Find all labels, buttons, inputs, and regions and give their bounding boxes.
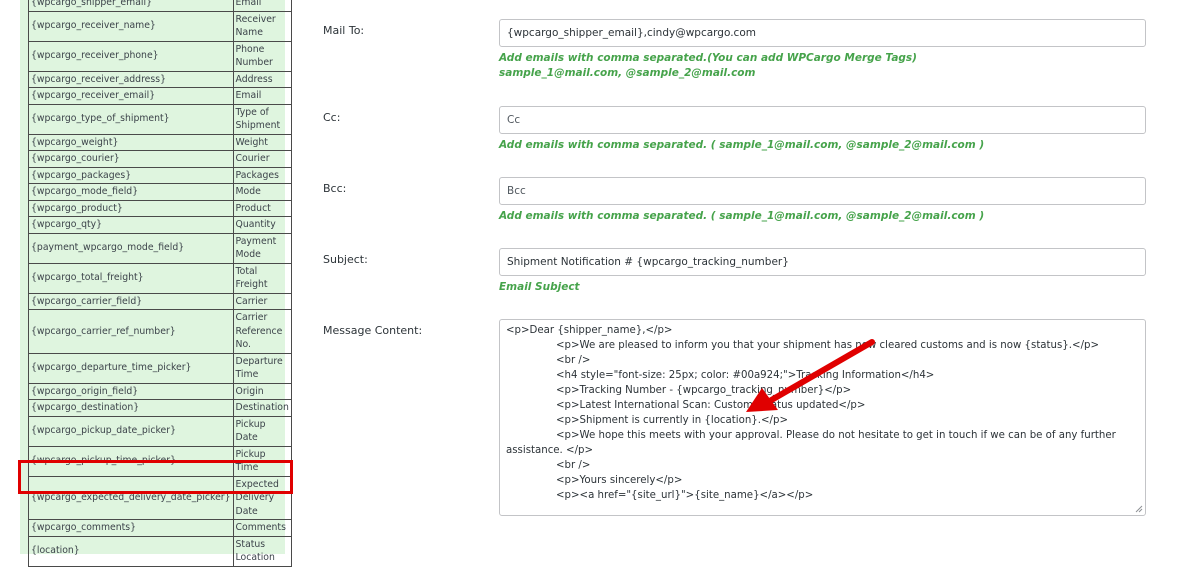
merge-tag-code: {wpcargo_weight} — [28, 133, 234, 151]
merge-tag-label: Carrier Reference No. — [232, 309, 292, 354]
merge-tag-row: {wpcargo_receiver_address} Address — [28, 70, 292, 88]
merge-tag-row: {wpcargo_mode_field} Mode — [28, 183, 292, 201]
bcc-input[interactable]: Bcc — [499, 177, 1146, 205]
mail-to-label: Mail To: — [323, 24, 365, 37]
message-line: <p>Yours sincerely</p> — [556, 475, 683, 486]
mail-to-hint: Add emails with comma separated.(You can… — [499, 51, 917, 81]
merge-tag-label: Departure Time — [232, 352, 292, 384]
merge-tag-label: Courier — [232, 150, 292, 168]
subject-label: Subject: — [323, 253, 368, 266]
merge-tag-label: Comments — [232, 519, 292, 537]
merge-tag-code: {wpcargo_departure_time_picker} — [28, 352, 234, 384]
mail-to-hint-line2: sample_1@mail.com, @sample_2@mail.com — [499, 67, 756, 79]
merge-tag-label: Product — [232, 199, 292, 217]
merge-tag-code: {wpcargo_courier} — [28, 150, 234, 168]
merge-tag-code: {wpcargo_origin_field} — [28, 382, 234, 400]
merge-tag-code: {wpcargo_receiver_name} — [28, 10, 234, 42]
subject-hint: Email Subject — [499, 281, 580, 293]
merge-tag-label: Payment Mode — [232, 232, 292, 264]
merge-tag-label: Phone Number — [232, 40, 292, 72]
merge-tag-row: {wpcargo_departure_time_picker} Departure… — [28, 352, 292, 384]
cc-label: Cc: — [323, 111, 341, 124]
merge-tag-code: {wpcargo_carrier_field} — [28, 292, 234, 310]
merge-tag-code: {wpcargo_qty} — [28, 216, 234, 234]
message-line: <br /> — [556, 460, 591, 471]
merge-tag-row: {wpcargo_courier} Courier — [28, 150, 292, 168]
merge-tag-code: {wpcargo_total_freight} — [28, 262, 234, 294]
merge-tag-label: Destination — [232, 399, 292, 417]
cc-input[interactable]: Cc — [499, 106, 1146, 134]
merge-tag-row: {wpcargo_receiver_phone} Phone Number — [28, 40, 292, 72]
bcc-hint: Add emails with comma separated. ( sampl… — [499, 210, 985, 222]
mail-to-hint-line1: Add emails with comma separated.(You can… — [499, 52, 917, 64]
merge-tag-row: {wpcargo_pickup_date_picker} Pickup Date — [28, 415, 292, 447]
merge-tag-row: {wpcargo_receiver_name} Receiver Name — [28, 10, 292, 42]
bcc-label: Bcc: — [323, 182, 347, 195]
merge-tag-label: Email — [232, 87, 292, 105]
merge-tag-code: {wpcargo_packages} — [28, 166, 234, 184]
subject-input[interactable]: Shipment Notification # {wpcargo_trackin… — [499, 248, 1146, 276]
merge-tag-row: {wpcargo_qty} Quantity — [28, 216, 292, 234]
merge-tag-code: {wpcargo_comments} — [28, 519, 234, 537]
merge-tag-code: {wpcargo_destination} — [28, 399, 234, 417]
resize-grip-icon[interactable] — [1135, 505, 1143, 513]
merge-tag-row: {payment_wpcargo_mode_field} Payment Mode — [28, 232, 292, 264]
merge-tag-label: Type of Shipment — [232, 103, 292, 135]
merge-tag-row: {wpcargo_origin_field} Origin — [28, 382, 292, 400]
message-content-label: Message Content: — [323, 324, 423, 337]
merge-tag-label: Email — [232, 0, 292, 12]
merge-tag-code: {location} — [28, 535, 234, 567]
merge-tag-label: Carrier — [232, 292, 292, 310]
merge-tag-label: Quantity — [232, 216, 292, 234]
merge-tag-row: {location} Status Location — [28, 535, 292, 567]
merge-tag-label: Pickup Date — [232, 415, 292, 447]
merge-tag-row: {wpcargo_shipper_email} Email — [28, 0, 292, 12]
merge-tag-row: {wpcargo_receiver_email} Email — [28, 87, 292, 105]
merge-tag-label: Receiver Name — [232, 10, 292, 42]
location-tag-highlight — [18, 460, 293, 494]
merge-tag-row: {wpcargo_carrier_ref_number} Carrier Refe… — [28, 309, 292, 354]
merge-tag-code: {wpcargo_carrier_ref_number} — [28, 309, 234, 354]
merge-tag-label: Total Freight — [232, 262, 292, 294]
merge-tag-code: {wpcargo_shipper_email} — [28, 0, 234, 12]
merge-tag-code: {wpcargo_mode_field} — [28, 183, 234, 201]
cc-hint: Add emails with comma separated. ( sampl… — [499, 139, 985, 151]
merge-tag-row: {wpcargo_destination} Destination — [28, 399, 292, 417]
merge-tag-code: {wpcargo_receiver_email} — [28, 87, 234, 105]
merge-tag-code: {payment_wpcargo_mode_field} — [28, 232, 234, 264]
merge-tag-row: {wpcargo_weight} Weight — [28, 133, 292, 151]
merge-tag-row: {wpcargo_product} Product — [28, 199, 292, 217]
merge-tag-code: {wpcargo_receiver_address} — [28, 70, 234, 88]
merge-tag-label: Mode — [232, 183, 292, 201]
merge-tag-label: Address — [232, 70, 292, 88]
merge-tag-row: {wpcargo_packages} Packages — [28, 166, 292, 184]
merge-tag-row: {wpcargo_carrier_field} Carrier — [28, 292, 292, 310]
mail-to-input[interactable]: {wpcargo_shipper_email},cindy@wpcargo.co… — [499, 19, 1146, 47]
merge-tag-label: Packages — [232, 166, 292, 184]
merge-tag-code: {wpcargo_product} — [28, 199, 234, 217]
merge-tag-label: Origin — [232, 382, 292, 400]
merge-tag-code: {wpcargo_type_of_shipment} — [28, 103, 234, 135]
merge-tag-code: {wpcargo_receiver_phone} — [28, 40, 234, 72]
message-line: <p>We hope this meets with your approval… — [506, 430, 1116, 456]
merge-tag-label: Weight — [232, 133, 292, 151]
merge-tag-row: {wpcargo_total_freight} Total Freight — [28, 262, 292, 294]
merge-tag-code: {wpcargo_pickup_date_picker} — [28, 415, 234, 447]
annotation-arrow-icon — [746, 339, 875, 412]
merge-tag-label: Status Location — [232, 535, 292, 567]
message-line: <p><a href="{site_url}">{site_name}</a><… — [556, 490, 814, 501]
merge-tag-row: {wpcargo_comments} Comments — [28, 519, 292, 537]
merge-tag-row: {wpcargo_type_of_shipment} Type of Shipme… — [28, 103, 292, 135]
